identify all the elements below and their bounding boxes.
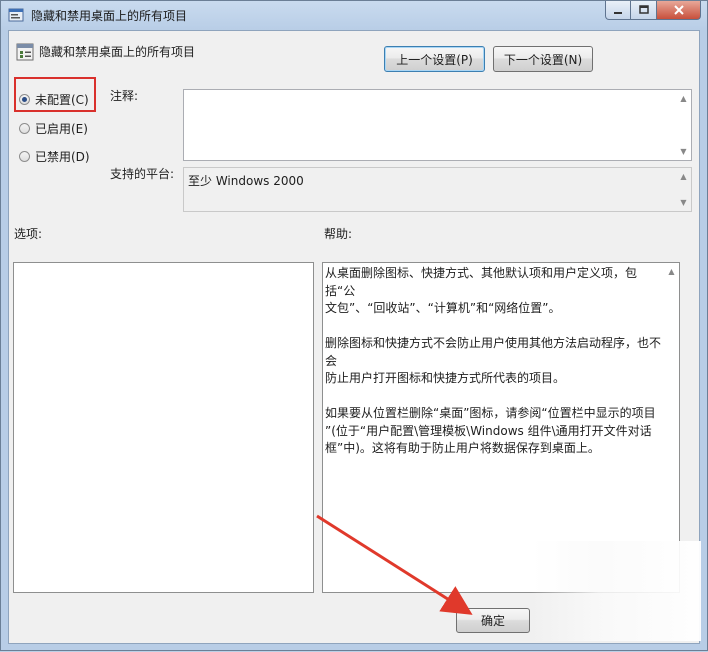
options-panel (13, 262, 314, 593)
minimize-button[interactable] (605, 1, 631, 20)
scroll-up-icon[interactable]: ▲ (668, 267, 674, 276)
setting-title: 隐藏和禁用桌面上的所有项目 (39, 45, 196, 59)
radio-not-configured[interactable]: 未配置(C) (19, 91, 89, 108)
previous-setting-button[interactable]: 上一个设置(P) (384, 46, 485, 72)
policy-setting-icon (16, 43, 34, 61)
help-text: 从桌面删除图标、快捷方式、其他默认项和用户定义项，包括“公 文包”、“回收站”、… (325, 266, 662, 455)
maximize-icon (638, 5, 649, 14)
close-button[interactable] (657, 1, 701, 20)
help-panel[interactable]: 从桌面删除图标、快捷方式、其他默认项和用户定义项，包括“公 文包”、“回收站”、… (322, 262, 680, 593)
window-controls (605, 1, 701, 21)
radio-enabled-label: 已启用(E) (35, 122, 88, 136)
comment-label: 注释: (110, 89, 139, 103)
comment-textarea[interactable]: ▲ ▼ (183, 89, 692, 161)
scroll-down-icon[interactable]: ▼ (680, 198, 686, 207)
radio-not-configured-label: 未配置(C) (35, 93, 89, 107)
policy-window: 隐藏和禁用桌面上的所有项目 隐藏和禁用桌面上的所有项目 上一个设置(P) 下一个… (0, 0, 708, 651)
help-label: 帮助: (324, 227, 353, 241)
ok-button[interactable]: 确定 (456, 608, 530, 633)
minimize-icon (614, 12, 622, 14)
radio-button[interactable] (19, 123, 30, 134)
dialog-body: 隐藏和禁用桌面上的所有项目 上一个设置(P) 下一个设置(N) 未配置(C) 已… (8, 30, 700, 644)
radio-disabled[interactable]: 已禁用(D) (19, 148, 90, 165)
radio-enabled[interactable]: 已启用(E) (19, 120, 88, 137)
scroll-up-icon[interactable]: ▲ (680, 94, 686, 103)
next-setting-button[interactable]: 下一个设置(N) (493, 46, 593, 72)
close-icon (673, 5, 684, 15)
platform-scrollbar[interactable]: ▲ ▼ (676, 168, 691, 211)
radio-button-selected[interactable] (19, 94, 30, 105)
maximize-button[interactable] (631, 1, 657, 20)
policy-app-icon (8, 8, 24, 22)
options-label: 选项: (14, 227, 43, 241)
platform-field: 至少 Windows 2000 ▲ ▼ (183, 167, 692, 212)
help-scrollbar[interactable]: ▲ (664, 263, 679, 592)
platform-value: 至少 Windows 2000 (188, 174, 304, 188)
radio-disabled-label: 已禁用(D) (35, 150, 90, 164)
comment-scrollbar[interactable]: ▲ ▼ (676, 90, 691, 160)
scroll-down-icon[interactable]: ▼ (680, 147, 686, 156)
radio-button[interactable] (19, 151, 30, 162)
scroll-up-icon[interactable]: ▲ (680, 172, 686, 181)
platform-label: 支持的平台: (110, 167, 175, 181)
window-title: 隐藏和禁用桌面上的所有项目 (31, 9, 188, 23)
title-bar[interactable]: 隐藏和禁用桌面上的所有项目 (1, 1, 707, 29)
